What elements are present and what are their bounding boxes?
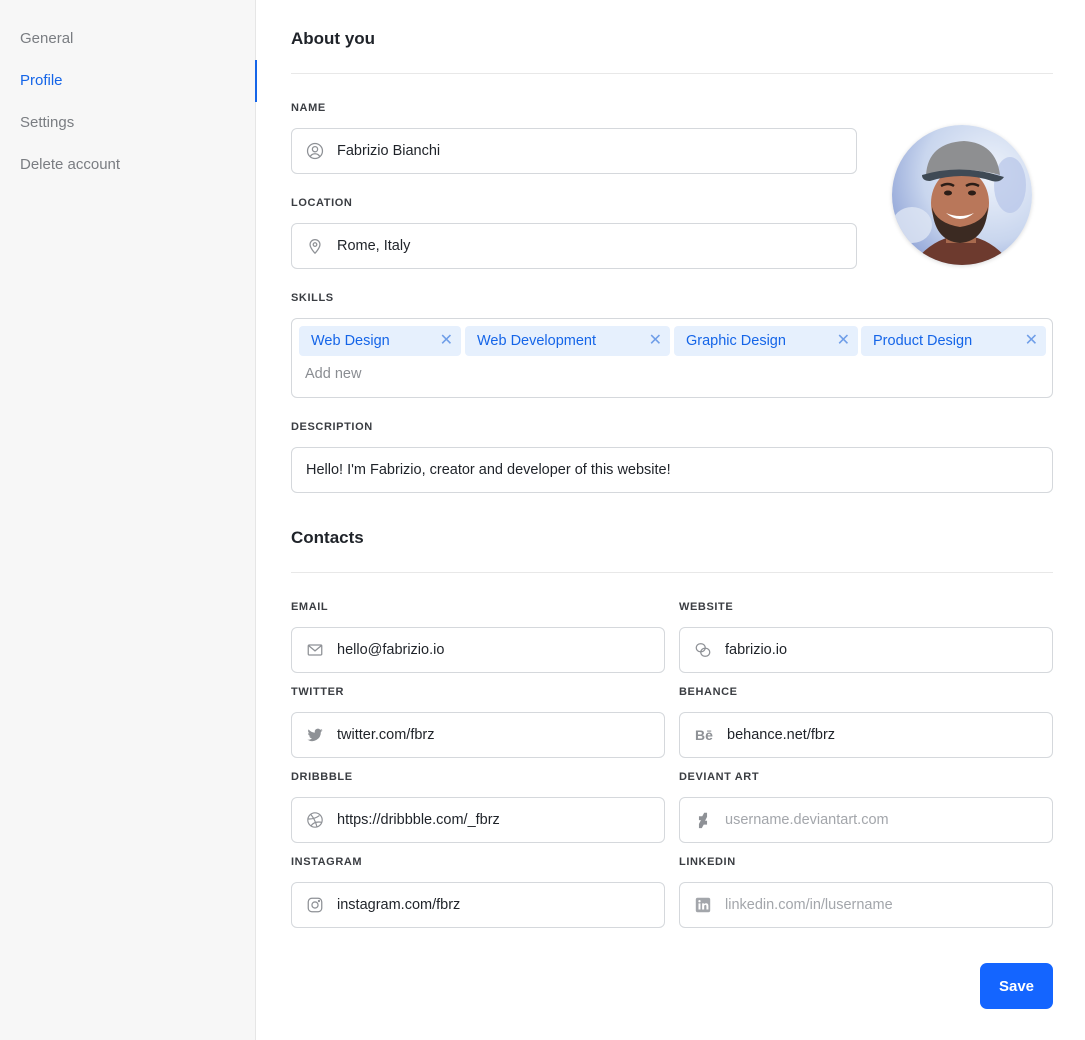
avatar[interactable] bbox=[892, 125, 1032, 265]
skill-tag-label: Graphic Design bbox=[686, 333, 786, 349]
website-field[interactable] bbox=[679, 627, 1053, 673]
sidebar-item-settings[interactable]: Settings bbox=[0, 102, 256, 144]
dribbble-label: DRIBBBLE bbox=[291, 771, 353, 783]
name-input[interactable] bbox=[337, 143, 856, 159]
deviantart-input[interactable] bbox=[725, 812, 1052, 828]
remove-tag-icon[interactable]: ✕ bbox=[649, 333, 662, 349]
sidebar: General Profile Settings Delete account bbox=[0, 0, 257, 1040]
link-icon bbox=[694, 641, 712, 659]
description-label: DESCRIPTION bbox=[291, 421, 373, 433]
divider bbox=[291, 73, 1053, 74]
email-label: EMAIL bbox=[291, 601, 329, 613]
behance-field[interactable]: Bē bbox=[679, 712, 1053, 758]
skill-tag-label: Product Design bbox=[873, 333, 973, 349]
instagram-field[interactable] bbox=[291, 882, 665, 928]
name-field[interactable] bbox=[291, 128, 857, 174]
contacts-section-title: Contacts bbox=[291, 528, 364, 547]
mail-icon bbox=[306, 641, 324, 659]
linkedin-input[interactable] bbox=[725, 897, 1052, 913]
name-label: NAME bbox=[291, 102, 326, 114]
dribbble-icon bbox=[306, 811, 324, 829]
sidebar-item-general[interactable]: General bbox=[0, 18, 256, 60]
behance-icon: Bē bbox=[695, 727, 713, 743]
location-input[interactable] bbox=[337, 238, 856, 254]
instagram-label: INSTAGRAM bbox=[291, 856, 363, 868]
linkedin-icon bbox=[694, 896, 712, 914]
behance-input[interactable] bbox=[727, 727, 1052, 743]
deviantart-label: DEVIANT ART bbox=[679, 771, 760, 783]
dribbble-input[interactable] bbox=[337, 812, 664, 828]
instagram-input[interactable] bbox=[337, 897, 664, 913]
skill-tag: Web Design ✕ bbox=[299, 326, 461, 356]
behance-label: BEHANCE bbox=[679, 686, 738, 698]
profile-form: About you NAME LOCATION bbox=[291, 0, 1053, 1040]
skills-label: SKILLS bbox=[291, 292, 334, 304]
twitter-icon bbox=[306, 726, 324, 744]
website-input[interactable] bbox=[725, 642, 1052, 658]
sidebar-item-profile[interactable]: Profile bbox=[0, 60, 257, 102]
skills-input-box[interactable]: Web Design ✕ Web Development ✕ Graphic D… bbox=[291, 318, 1053, 398]
email-input[interactable] bbox=[337, 642, 664, 658]
skill-tag: Web Development ✕ bbox=[465, 326, 670, 356]
location-field[interactable] bbox=[291, 223, 857, 269]
description-field[interactable] bbox=[291, 447, 1053, 493]
user-circle-icon bbox=[306, 142, 324, 160]
remove-tag-icon[interactable]: ✕ bbox=[1025, 333, 1038, 349]
linkedin-label: LINKEDIN bbox=[679, 856, 736, 868]
deviantart-field[interactable] bbox=[679, 797, 1053, 843]
twitter-label: TWITTER bbox=[291, 686, 345, 698]
sidebar-item-delete-account[interactable]: Delete account bbox=[0, 144, 256, 186]
website-label: WEBSITE bbox=[679, 601, 734, 613]
map-pin-icon bbox=[306, 237, 324, 255]
about-section-title: About you bbox=[291, 29, 376, 48]
skill-tag: Graphic Design ✕ bbox=[674, 326, 858, 356]
twitter-field[interactable] bbox=[291, 712, 665, 758]
dribbble-field[interactable] bbox=[291, 797, 665, 843]
divider bbox=[291, 572, 1053, 573]
skill-tag-label: Web Development bbox=[477, 333, 597, 349]
twitter-input[interactable] bbox=[337, 727, 664, 743]
remove-tag-icon[interactable]: ✕ bbox=[440, 333, 453, 349]
deviantart-icon bbox=[694, 811, 712, 829]
location-label: LOCATION bbox=[291, 197, 353, 209]
description-input[interactable] bbox=[292, 462, 1052, 478]
linkedin-field[interactable] bbox=[679, 882, 1053, 928]
email-field[interactable] bbox=[291, 627, 665, 673]
skill-tag-label: Web Design bbox=[311, 333, 390, 349]
add-skill-input[interactable] bbox=[305, 366, 605, 382]
save-button[interactable]: Save bbox=[980, 963, 1053, 1009]
remove-tag-icon[interactable]: ✕ bbox=[837, 333, 850, 349]
instagram-icon bbox=[306, 896, 324, 914]
skill-tag: Product Design ✕ bbox=[861, 326, 1046, 356]
